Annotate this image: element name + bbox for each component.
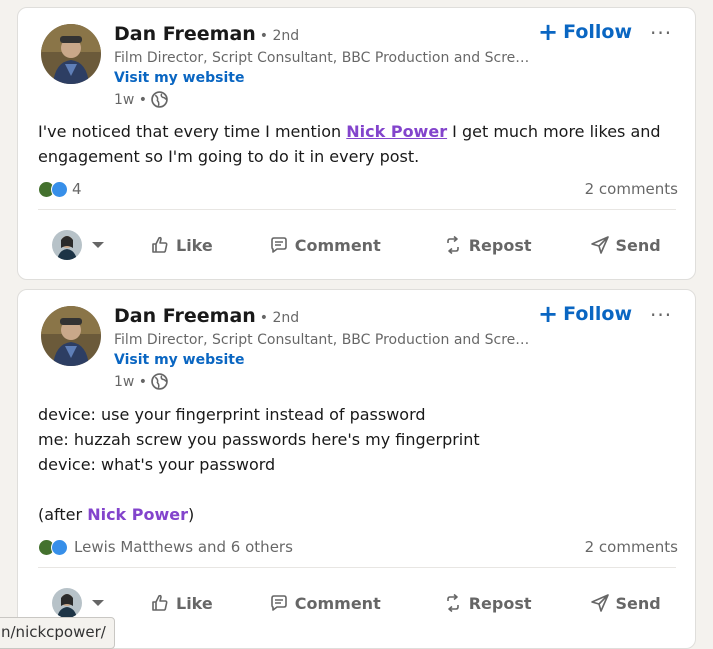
author-avatar[interactable] [41,306,101,366]
author-headline: Film Director, Script Consultant, BBC Pr… [114,50,534,66]
reaction-count[interactable]: 4 [72,180,82,198]
comment-button[interactable]: Comment [269,235,381,255]
repost-button[interactable]: Repost [443,235,532,255]
chevron-down-icon [92,600,104,606]
more-options-icon[interactable]: ··· [650,21,672,45]
send-button[interactable]: Send [590,593,661,613]
chevron-down-icon [92,242,104,248]
post-text-before: I've noticed that every time I mention [38,122,347,141]
like-button[interactable]: Like [150,593,213,613]
comment-label: Comment [294,235,381,255]
divider [38,567,676,568]
post-time: 1w • [114,373,148,390]
repost-button[interactable]: Repost [443,593,532,613]
reactions-icon[interactable] [38,538,68,556]
author-headline: Film Director, Script Consultant, BBC Pr… [114,332,534,348]
website-link[interactable]: Visit my website [114,70,244,86]
comment-button[interactable]: Comment [269,593,381,613]
like-label: Like [176,593,213,613]
after-open: (after [38,505,88,524]
repost-icon [446,593,459,613]
author-name-row[interactable]: Dan Freeman • 2nd [114,305,299,327]
like-label: Like [176,235,213,255]
divider [38,209,676,210]
reactions-icon[interactable] [38,180,68,198]
post-meta: 1w • [114,373,168,390]
connection-degree: • 2nd [259,28,300,44]
like-button[interactable]: Like [150,235,213,255]
repost-icon [446,235,459,255]
social-counts: Lewis Matthews and 6 others 2 comments [38,538,678,556]
send-button[interactable]: Send [590,235,661,255]
action-bar: Like Comment Repost Send [38,579,678,627]
repost-label: Repost [468,235,532,255]
social-counts: 4 2 comments [38,180,678,198]
reaction-summary[interactable]: Lewis Matthews and 6 others [74,538,293,556]
feed-post-card: Dan Freeman • 2nd Film Director, Script … [17,289,696,649]
user-avatar [52,588,82,618]
more-options-icon[interactable]: ··· [650,303,672,327]
post-body: I've noticed that every time I mention N… [38,119,678,169]
post-time: 1w • [114,91,148,108]
send-icon [590,236,609,254]
plus-icon: + [538,300,559,328]
comment-icon [270,237,287,253]
like-reaction-icon [51,180,68,198]
follow-label: Follow [563,303,633,325]
post-body: device: use your fingerprint instead of … [38,402,678,527]
mention-link[interactable]: Nick Power [87,505,188,524]
author-avatar[interactable] [41,24,101,84]
website-link[interactable]: Visit my website [114,352,244,368]
post-meta: 1w • [114,91,168,108]
send-label: Send [615,235,661,255]
author-name-row[interactable]: Dan Freeman • 2nd [114,23,299,45]
plus-icon: + [538,18,559,46]
feed-post-card: Dan Freeman • 2nd Film Director, Script … [17,7,696,280]
comments-count[interactable]: 2 comments [585,180,678,198]
like-reaction-icon [51,538,68,556]
after-close: ) [188,505,195,524]
comments-count[interactable]: 2 comments [585,538,678,556]
send-icon [590,594,609,612]
link-url-tooltip: n/nickcpower/ [0,617,115,649]
comment-icon [270,595,287,611]
post-line: device: use your fingerprint instead of … [38,405,426,424]
repost-label: Repost [468,593,532,613]
author-name[interactable]: Dan Freeman [114,23,256,45]
action-bar: Like Comment Repost Send [38,221,678,269]
reaction-identity-selector[interactable] [52,230,104,260]
post-line: (after Nick Power) [38,502,678,527]
thumbs-up-icon [152,594,168,611]
post-line: me: huzzah screw you passwords here's my… [38,430,480,449]
post-line: device: what's your password [38,455,276,474]
author-name[interactable]: Dan Freeman [114,305,256,327]
globe-icon [151,373,168,390]
follow-label: Follow [563,21,633,43]
comment-label: Comment [294,593,381,613]
user-avatar [52,230,82,260]
globe-icon [151,91,168,108]
follow-button[interactable]: + Follow [538,302,632,326]
send-label: Send [615,593,661,613]
connection-degree: • 2nd [259,310,300,326]
thumbs-up-icon [152,236,168,253]
reaction-identity-selector[interactable] [52,588,104,618]
follow-button[interactable]: + Follow [538,20,632,44]
mention-link[interactable]: Nick Power [346,122,447,141]
